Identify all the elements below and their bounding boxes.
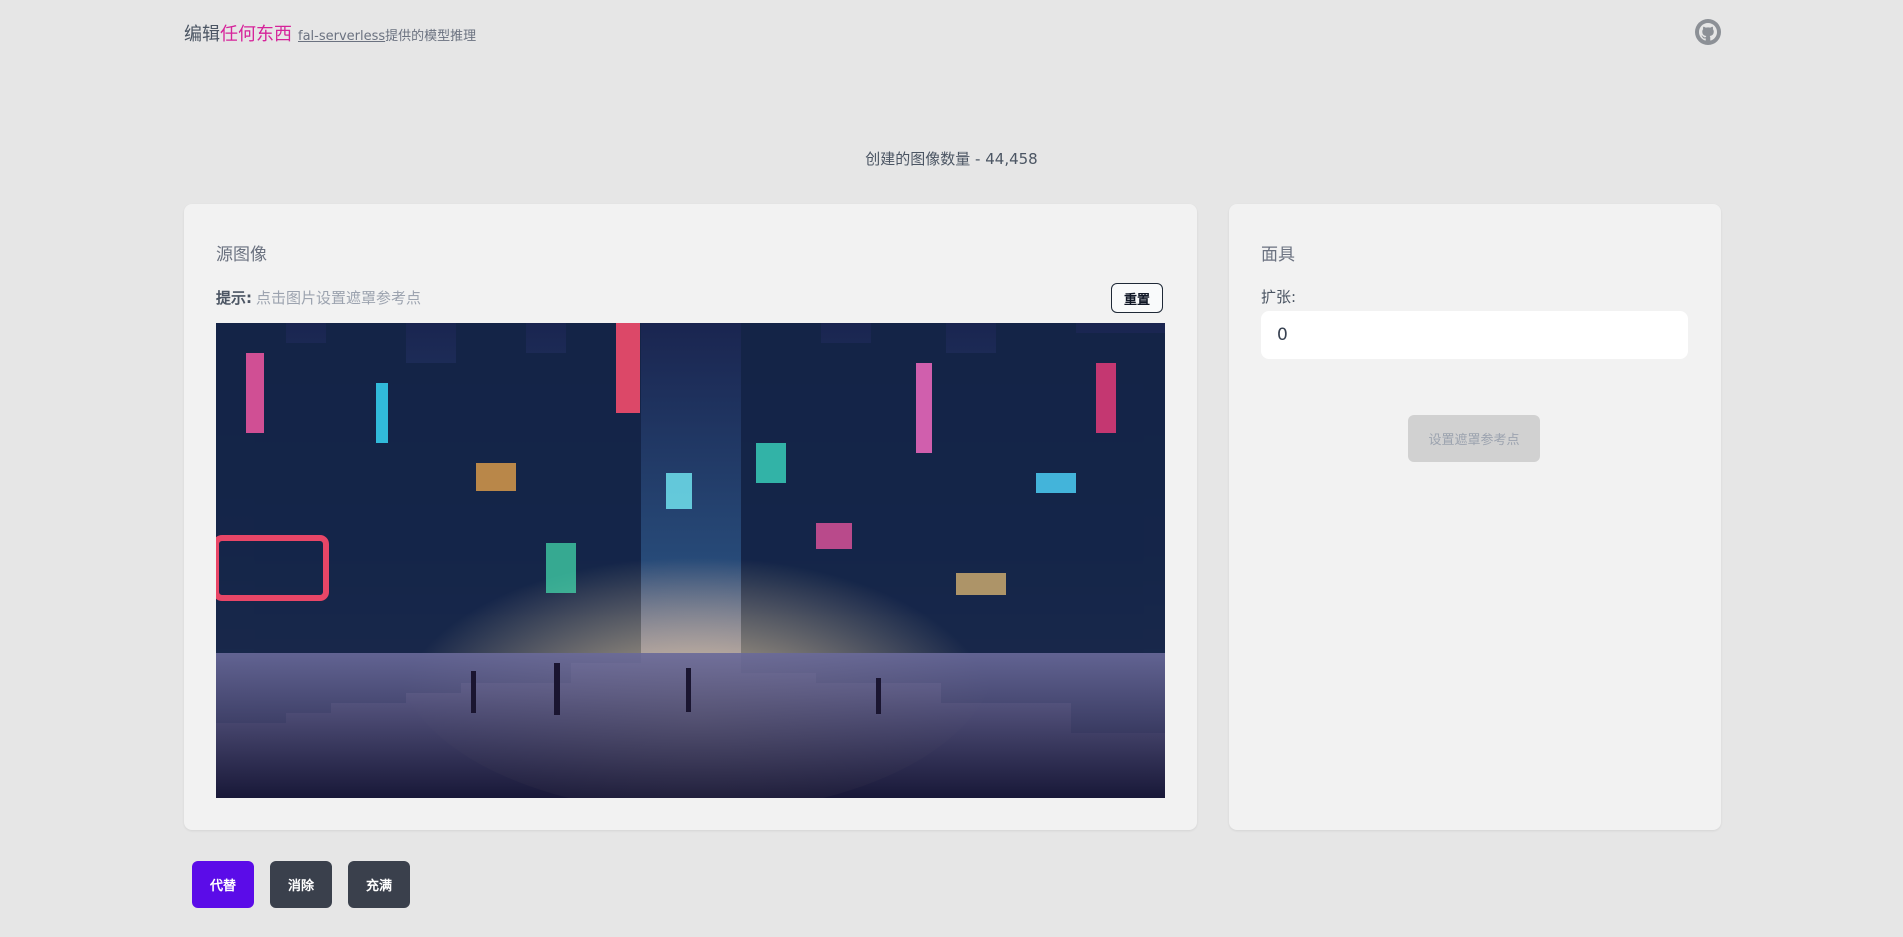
expand-label: 扩张: [1261, 288, 1297, 306]
github-icon[interactable] [1695, 19, 1721, 45]
app-header: 编辑 任何东西 fal-serverless 提供的模型推理 [184, 20, 1903, 48]
title-suffix: 提供的模型推理 [385, 29, 477, 44]
app-title: 编辑 任何东西 fal-serverless 提供的模型推理 [184, 20, 1903, 46]
source-image-panel: 源图像 提示: 点击图片设置遮罩参考点 重置 [184, 204, 1197, 830]
title-prefix: 编辑 [184, 24, 220, 45]
title-highlight: 任何东西 [220, 24, 292, 45]
expand-input[interactable] [1261, 311, 1688, 359]
fill-button[interactable]: 充满 [348, 861, 410, 908]
set-mask-points-button[interactable]: 设置遮罩参考点 [1408, 415, 1540, 462]
source-image-title: 源图像 [216, 245, 267, 265]
hint-text: 点击图片设置遮罩参考点 [256, 289, 422, 307]
remove-button[interactable]: 消除 [270, 861, 332, 908]
mask-panel: 面具 扩张: 设置遮罩参考点 [1229, 204, 1721, 830]
hint-label: 提示: [216, 289, 252, 307]
images-created-count: 创建的图像数量 - 44,458 [865, 150, 1038, 168]
fal-serverless-link[interactable]: fal-serverless [298, 29, 385, 44]
mask-title: 面具 [1261, 245, 1295, 265]
hint-row: 提示: 点击图片设置遮罩参考点 [216, 287, 421, 308]
replace-button[interactable]: 代替 [192, 861, 254, 908]
reset-button[interactable]: 重置 [1111, 283, 1163, 313]
source-image[interactable] [216, 323, 1165, 798]
